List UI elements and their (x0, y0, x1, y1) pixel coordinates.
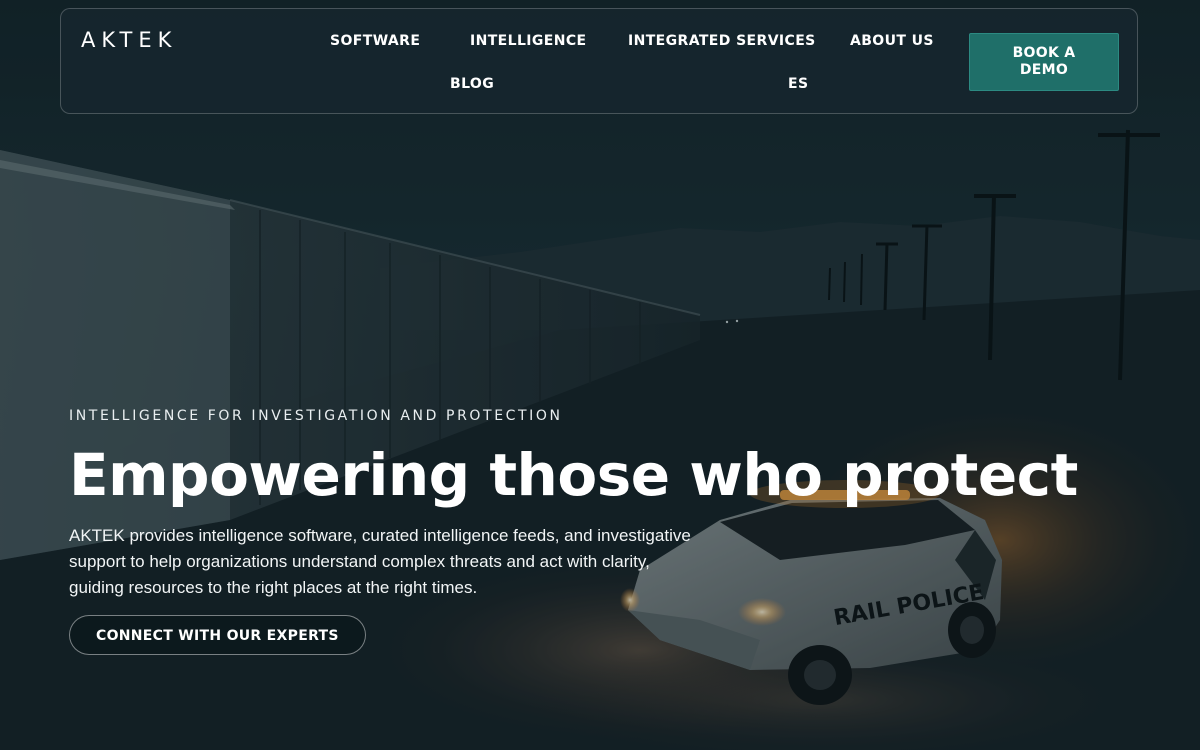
book-demo-button[interactable]: BOOK A DEMO (969, 33, 1119, 91)
top-navigation-bar: AKTEK SOFTWARE INTELLIGENCE INTEGRATED S… (60, 8, 1138, 114)
nav-link-integrated-services[interactable]: INTEGRATED SERVICES (628, 32, 816, 50)
hero-headline: Empowering those who protect (69, 441, 1078, 509)
logo-wordmark: AKTEK (81, 28, 178, 52)
page: RAIL POLICE AKTEK SOFTWARE INTELLIGENCE … (0, 0, 1200, 750)
hero-section: INTELLIGENCE FOR INVESTIGATION AND PROTE… (69, 405, 1078, 601)
hero-description: AKTEK provides intelligence software, cu… (69, 526, 691, 597)
hero-eyebrow: INTELLIGENCE FOR INVESTIGATION AND PROTE… (69, 408, 563, 424)
connect-with-experts-button[interactable]: CONNECT WITH OUR EXPERTS (69, 615, 366, 655)
aktek-logo[interactable]: AKTEK (81, 29, 177, 51)
nav-link-about-us[interactable]: ABOUT US (850, 32, 934, 50)
nav-link-software[interactable]: SOFTWARE (330, 32, 420, 50)
language-switch-es[interactable]: ES (788, 75, 808, 93)
nav-link-blog[interactable]: BLOG (450, 75, 494, 93)
nav-link-intelligence[interactable]: INTELLIGENCE (470, 32, 587, 50)
